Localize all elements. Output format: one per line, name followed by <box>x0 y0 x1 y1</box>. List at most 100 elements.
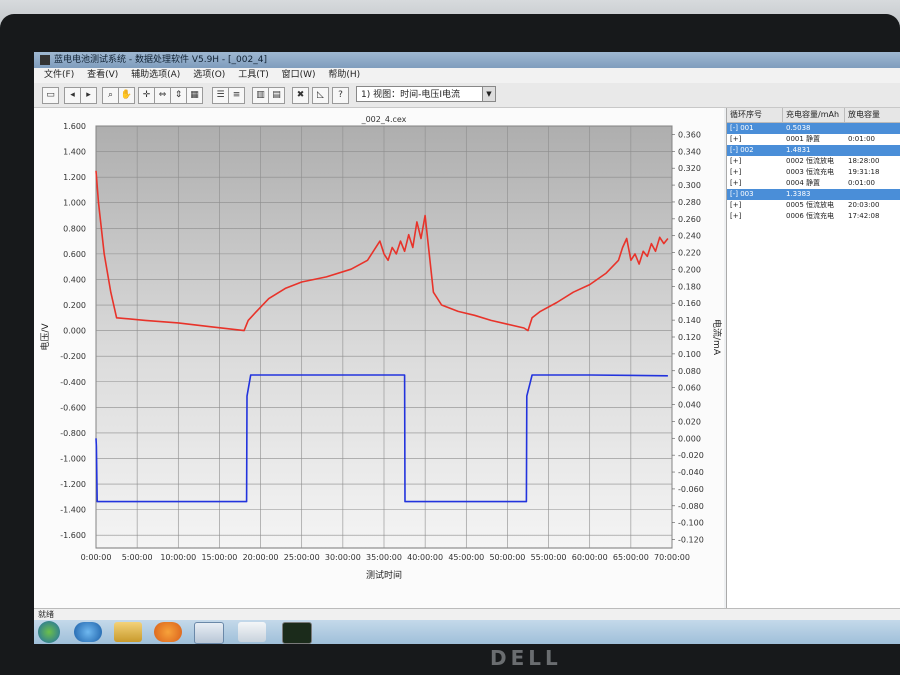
oscilloscope-icon[interactable] <box>282 622 312 644</box>
y-left-tick-label: -1.200 <box>60 480 86 489</box>
help-icon[interactable]: ? <box>332 87 349 104</box>
x-axis-label: 测试时间 <box>366 569 402 581</box>
monitor-logo: DELL <box>490 646 562 670</box>
open-icon[interactable]: ▭ <box>42 87 59 104</box>
y-left-tick-label: -1.000 <box>60 454 86 463</box>
table-cell: [-] 003 <box>730 190 754 198</box>
taskbar <box>34 620 900 644</box>
table-cell: [-] 002 <box>730 146 754 154</box>
crosshair-icon[interactable]: ✛ <box>138 87 155 104</box>
menu-help[interactable]: 帮助(H) <box>328 70 360 80</box>
menu-tools[interactable]: 工具(T) <box>238 70 269 80</box>
table-row[interactable]: [+] 0003 恒流充电 19:31:18 <box>727 167 900 178</box>
table-cell: 1.3383 <box>786 190 811 198</box>
table-cell: 17:42:08 <box>848 212 880 220</box>
toolbar: ▭ ◂ ▸ ⌕ ✋ ✛ ⇔ ⇕ ▦ ☰ ≡ ▥ ▤ ✖ ◺ ? 1) 视图：时间… <box>34 83 900 108</box>
start-orb-icon[interactable] <box>38 621 60 643</box>
table-row[interactable]: [-] 001 0.5038 <box>727 123 900 134</box>
voltage-current-chart[interactable]: 0:00:00 5:00:00 10:00:00 15:00:00 20:00:00 25… <box>34 108 724 608</box>
table-cell <box>845 123 900 134</box>
table-cell: 0:01:00 <box>848 179 875 187</box>
table-cell: 0003 恒流充电 <box>786 168 835 176</box>
table-row[interactable]: [+] 0004 静置 0:01:00 <box>727 178 900 189</box>
y-left-tick-label: 0.000 <box>63 327 86 336</box>
rows-icon[interactable]: ▤ <box>268 87 285 104</box>
y-left-tick-label: -0.200 <box>60 352 86 361</box>
app-screen: 蓝电电池测试系统 - 数据处理软件 V5.9H - [_002_4] 文件(F)… <box>34 52 900 644</box>
table-row[interactable]: [+] 0002 恒流放电 18:28:00 <box>727 156 900 167</box>
cycle-table-pane: 循环序号 充电容量/mAh 放电容量 [-] 001 0.5038 [+] 0001 … <box>726 108 900 608</box>
battery-app-icon[interactable] <box>194 622 224 644</box>
y-left-tick-label: 0.400 <box>63 275 86 284</box>
y-right-tick-label: 0.260 <box>678 215 701 224</box>
menu-bar: 文件(F) 查看(V) 辅助选项(A) 选项(O) 工具(T) 窗口(W) 帮助… <box>34 68 900 83</box>
table-cell: [+] <box>730 135 742 143</box>
menu-assist[interactable]: 辅助选项(A) <box>131 70 180 80</box>
y-left-tick-label: -0.800 <box>60 429 86 438</box>
chart-pane: 0:00:00 5:00:00 10:00:00 15:00:00 20:00:00 25… <box>34 108 724 608</box>
chart-title: _002_4.cex <box>361 115 407 124</box>
x-tick-label: 20:00:00 <box>243 553 279 562</box>
table-row[interactable]: [+] 0005 恒流放电 20:03:00 <box>727 200 900 211</box>
y-right-tick-label: 0.080 <box>678 367 701 376</box>
y-right-tick-label: 0.200 <box>678 265 701 274</box>
document-icon[interactable] <box>238 622 266 642</box>
cycle-table-body: [-] 001 0.5038 [+] 0001 静置 0:01:00 [-] 002 1.4… <box>727 123 900 222</box>
y-left-tick-label: -1.400 <box>60 506 86 515</box>
title-bar: 蓝电电池测试系统 - 数据处理软件 V5.9H - [_002_4] <box>34 52 900 68</box>
y-right-tick-label: 0.240 <box>678 232 701 241</box>
y-right-tick-label: 0.060 <box>678 384 701 393</box>
y-left-tick-label: 0.800 <box>63 224 86 233</box>
columns-icon[interactable]: ▥ <box>252 87 269 104</box>
table-cell: 0005 恒流放电 <box>786 201 835 209</box>
zoom-icon[interactable]: ⌕ <box>102 87 119 104</box>
view-select[interactable]: 1) 视图：时间-电压I电流 ▼ <box>356 86 496 102</box>
y-right-tick-label: -0.020 <box>678 451 704 460</box>
x-tick-label: 55:00:00 <box>531 553 567 562</box>
y-right-tick-label: 0.300 <box>678 181 701 190</box>
chart-icon[interactable]: ◺ <box>312 87 329 104</box>
y-left-tick-label: -0.600 <box>60 403 86 412</box>
y-right-tick-label: -0.040 <box>678 468 704 477</box>
explorer-icon[interactable] <box>114 622 142 642</box>
ie-icon[interactable] <box>74 622 102 642</box>
next-icon[interactable]: ▸ <box>80 87 97 104</box>
menu-options[interactable]: 选项(O) <box>193 70 225 80</box>
x-tick-label: 0:00:00 <box>81 553 112 562</box>
x-tick-label: 45:00:00 <box>448 553 484 562</box>
col-cycle[interactable]: 循环序号 <box>727 108 783 122</box>
list-icon[interactable]: ≡ <box>228 87 245 104</box>
fit-y-icon[interactable]: ⇕ <box>170 87 187 104</box>
grid-icon[interactable]: ▦ <box>186 87 203 104</box>
y-left-tick-label: 0.200 <box>63 301 86 310</box>
table-row[interactable]: [-] 002 1.4831 <box>727 145 900 156</box>
table-cell: [+] <box>730 212 742 220</box>
col-charge-capacity[interactable]: 充电容量/mAh <box>783 108 845 122</box>
table-row[interactable]: [+] 0006 恒流充电 17:42:08 <box>727 211 900 222</box>
y-left-tick-label: -0.400 <box>60 378 86 387</box>
settings-icon[interactable]: ✖ <box>292 87 309 104</box>
fit-x-icon[interactable]: ⇔ <box>154 87 171 104</box>
y-left-axis-label: 电压/V <box>39 323 51 351</box>
y-right-tick-label: 0.000 <box>678 434 701 443</box>
table-cell: 0:01:00 <box>848 135 875 143</box>
pan-icon[interactable]: ✋ <box>118 87 135 104</box>
y-left-tick-label: 1.200 <box>63 173 86 182</box>
y-right-tick-label: -0.060 <box>678 485 704 494</box>
media-player-icon[interactable] <box>154 622 182 642</box>
table-icon[interactable]: ☰ <box>212 87 229 104</box>
y-right-tick-label: -0.120 <box>678 536 704 545</box>
table-row[interactable]: [-] 003 1.3383 <box>727 189 900 200</box>
y-right-tick-label: -0.080 <box>678 502 704 511</box>
y-right-tick-label: 0.360 <box>678 130 701 139</box>
menu-view[interactable]: 查看(V) <box>87 70 118 80</box>
prev-icon[interactable]: ◂ <box>64 87 81 104</box>
table-cell: 1.4831 <box>786 146 811 154</box>
status-bar: 就绪 <box>34 608 900 620</box>
table-row[interactable]: [+] 0001 静置 0:01:00 <box>727 134 900 145</box>
table-cell: 0004 静置 <box>786 179 821 187</box>
cycle-table-header: 循环序号 充电容量/mAh 放电容量 <box>727 108 900 123</box>
menu-file[interactable]: 文件(F) <box>44 70 74 80</box>
menu-window[interactable]: 窗口(W) <box>282 70 316 80</box>
col-discharge-capacity[interactable]: 放电容量 <box>845 108 900 122</box>
